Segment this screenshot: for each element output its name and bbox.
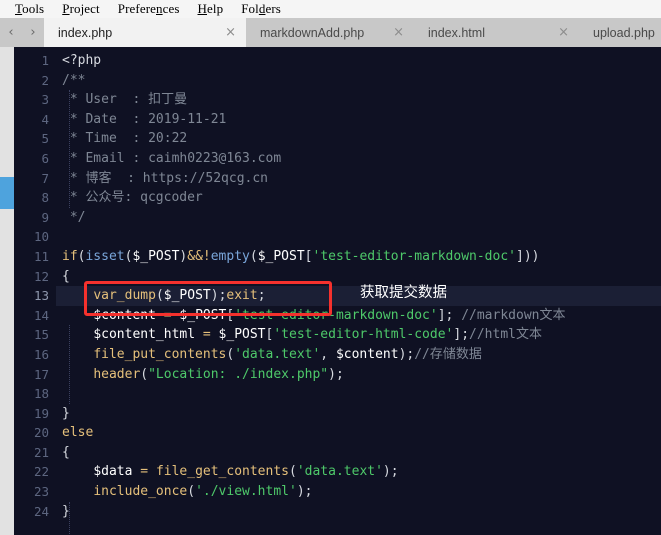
tab-nav-buttons: ‹ › (0, 18, 44, 47)
line-number: 24 (33, 503, 49, 519)
menu-bar: Tools Project Preferences Help Folders (0, 0, 661, 18)
code-line[interactable] (56, 227, 661, 247)
code-line[interactable]: } (56, 404, 661, 424)
line-number: 15 (33, 327, 49, 343)
line-number: 14 (33, 307, 49, 323)
menu-item-tools-label: ools (22, 1, 45, 16)
line-number: 11 (33, 248, 49, 264)
tab-index-html[interactable]: index.html × (414, 18, 579, 47)
code-line[interactable] (56, 384, 661, 404)
line-number: 13 (33, 288, 49, 304)
code-line[interactable]: * 公众号: qcgcoder (56, 188, 661, 208)
menu-item-project[interactable]: Project (53, 1, 109, 17)
code-editor[interactable]: 1 2 3 4 5 6 7 8 9 10 11 12 13 14 15 16 17 18 19 20 21 22 23 24 … (0, 47, 661, 535)
tab-label: index.php (58, 25, 113, 40)
tab-label: index.html (428, 25, 485, 40)
code-line[interactable]: header("Location: ./index.php"); (56, 365, 661, 385)
line-number: 20 (33, 425, 49, 441)
menu-item-tools[interactable]: Tools (6, 1, 53, 17)
tab-index-php[interactable]: index.php × (44, 18, 246, 47)
tab-label: markdownAdd.php (260, 25, 365, 40)
code-line[interactable]: else (56, 423, 661, 443)
code-line[interactable]: $content_html = $_POST['test-editor-html… (56, 325, 661, 345)
code-line[interactable]: } (56, 502, 661, 522)
scrollbar-thumb[interactable] (0, 177, 14, 209)
code-line[interactable]: include_once('./view.html'); (56, 482, 661, 502)
line-number: 23 (33, 484, 49, 500)
code-line[interactable]: * Email : caimh0223@163.com (56, 149, 661, 169)
line-number: 1 (41, 53, 49, 68)
line-number: 8 (41, 190, 49, 206)
menu-item-preferences[interactable]: Preferences (109, 1, 189, 17)
tab-bar: ‹ › index.php × markdownAdd.php × index.… (0, 18, 661, 47)
code-line[interactable]: if(isset($_POST)&&!empty($_POST['test-ed… (56, 247, 661, 267)
line-number: 6 (41, 150, 49, 166)
close-icon[interactable]: × (393, 26, 404, 39)
nav-back-icon[interactable]: ‹ (8, 26, 13, 39)
line-number: 12 (33, 268, 49, 284)
code-line[interactable]: * 博客 : https://52qcg.cn (56, 169, 661, 189)
vertical-scrollbar[interactable] (0, 47, 14, 535)
line-number: 16 (33, 346, 49, 362)
menu-item-project-label: roject (69, 1, 100, 16)
line-number: 4 (41, 111, 49, 127)
code-line[interactable]: /** (56, 71, 661, 91)
code-line[interactable]: * Date : 2019-11-21 (56, 110, 661, 130)
line-number: 18 (33, 386, 49, 402)
code-line[interactable]: var_dump($_POST);exit; (56, 286, 661, 306)
menu-item-folders[interactable]: Folders (232, 1, 290, 17)
line-number: 21 (33, 444, 49, 460)
line-number: 5 (41, 131, 49, 147)
line-number: 2 (41, 72, 49, 88)
line-number: 10 (33, 229, 49, 245)
code-line[interactable]: { (56, 443, 661, 463)
code-line[interactable]: $data = file_get_contents('data.text'); (56, 462, 661, 482)
code-content[interactable]: <?php/** * User : 扣丁曼 * Date : 2019-11-2… (56, 47, 661, 535)
code-line[interactable]: { (56, 267, 661, 287)
nav-forward-icon[interactable]: › (30, 26, 35, 39)
line-number-gutter: 1 2 3 4 5 6 7 8 9 10 11 12 13 14 15 16 17 18 19 20 21 22 23 24 (14, 47, 56, 535)
line-number: 7 (41, 170, 49, 186)
code-line[interactable]: file_put_contents('data.text', $content)… (56, 345, 661, 365)
line-number: 22 (33, 464, 49, 480)
close-icon[interactable]: × (558, 26, 569, 39)
code-line[interactable]: * User : 扣丁曼 (56, 90, 661, 110)
menu-item-help[interactable]: Help (189, 1, 233, 17)
line-number: 17 (33, 366, 49, 382)
code-line[interactable]: */ (56, 208, 661, 228)
code-line[interactable]: <?php (56, 51, 661, 71)
tab-markdownadd-php[interactable]: markdownAdd.php × (246, 18, 414, 47)
code-line[interactable]: $content = $_POST['test-editor-markdown-… (56, 306, 661, 326)
line-number: 9 (41, 209, 49, 225)
code-line[interactable]: * Time : 20:22 (56, 129, 661, 149)
line-number: 19 (33, 405, 49, 421)
close-icon[interactable]: × (225, 26, 236, 39)
tab-upload-php[interactable]: upload.php (579, 18, 661, 47)
tab-label: upload.php (593, 25, 655, 40)
line-number: 3 (41, 92, 49, 108)
